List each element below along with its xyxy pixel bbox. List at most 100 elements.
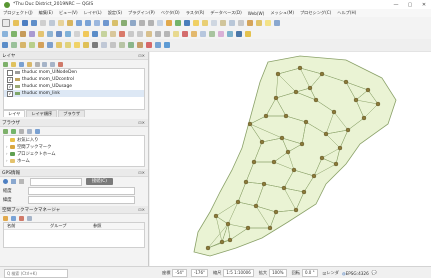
bookmark-icon[interactable]: [165, 19, 172, 26]
cut-icon[interactable]: [127, 30, 134, 37]
filter-legend-icon[interactable]: [26, 61, 32, 67]
layer-style-icon[interactable]: [154, 42, 161, 48]
add-spatialite-icon[interactable]: [46, 30, 53, 37]
layer-item[interactable]: ✓ thuduc mom_UDcontrol: [4, 76, 144, 83]
panel-float-close-icon[interactable]: ⊡✕: [138, 207, 145, 212]
menu-plugins[interactable]: プラグイン(P): [125, 10, 158, 16]
history-icon[interactable]: [109, 42, 116, 48]
new-project-icon[interactable]: [1, 18, 10, 27]
zoom-to-bookmark-icon[interactable]: [11, 215, 17, 221]
locate-icon[interactable]: [10, 42, 17, 48]
change-label-icon[interactable]: [217, 30, 224, 37]
layer-visibility-checkbox[interactable]: ✓: [7, 90, 13, 97]
refresh-icon[interactable]: [174, 19, 181, 26]
layer-item[interactable]: ✓ thuduc mom_UDusage: [4, 83, 144, 90]
add-bookmark-icon[interactable]: [3, 215, 9, 221]
crs-label[interactable]: EPSG:4326: [346, 271, 369, 276]
collapse-all-icon[interactable]: [26, 128, 32, 134]
menu-settings[interactable]: 設定(S): [105, 10, 125, 16]
menu-vector[interactable]: ベクタ(O): [158, 10, 183, 16]
messages-icon[interactable]: 💬: [372, 270, 377, 276]
spatial-query-icon[interactable]: [46, 42, 53, 48]
zoom-next-icon[interactable]: [147, 19, 154, 26]
zoom-in-icon[interactable]: [75, 19, 82, 26]
rotate-label-icon[interactable]: [208, 30, 215, 37]
identify-icon[interactable]: [183, 19, 190, 26]
add-raster-icon[interactable]: [19, 30, 26, 37]
properties-icon[interactable]: [34, 128, 40, 134]
menu-database[interactable]: データベース(D): [207, 10, 244, 16]
toggle-edit-icon[interactable]: [82, 30, 89, 37]
undo-icon[interactable]: [154, 30, 161, 37]
paste-icon[interactable]: [145, 30, 152, 37]
zoom-rubber-icon[interactable]: [93, 19, 100, 26]
move-label-icon[interactable]: [199, 30, 206, 37]
menu-raster[interactable]: ラスタ(R): [183, 10, 208, 16]
label-icon[interactable]: [255, 19, 262, 26]
zoom-out-icon[interactable]: [84, 19, 91, 26]
pan-icon[interactable]: [57, 19, 64, 26]
pin-label-icon[interactable]: [181, 30, 188, 37]
add-delimited-icon[interactable]: [37, 30, 44, 37]
zoom-full-icon[interactable]: [102, 19, 109, 26]
filter-icon[interactable]: [18, 128, 24, 134]
show-hide-label-icon[interactable]: [190, 30, 197, 37]
menu-edit[interactable]: 編集(E): [36, 10, 56, 16]
model-designer-icon[interactable]: [100, 42, 107, 48]
attribute-table-icon[interactable]: [210, 19, 217, 26]
diagram-icon[interactable]: [226, 30, 233, 37]
remove-layer-icon[interactable]: [57, 61, 63, 67]
menu-view[interactable]: ビュー(V): [56, 10, 81, 16]
measure-area-icon[interactable]: [28, 42, 35, 48]
maximize-button[interactable]: ▢: [403, 2, 417, 8]
delete-bookmark-icon[interactable]: [18, 215, 24, 221]
browser-item[interactable]: › プロジェクトホーム: [4, 150, 144, 157]
menu-layer[interactable]: レイヤ(L): [81, 10, 105, 16]
panel-float-close-icon[interactable]: ⊡✕: [138, 170, 145, 175]
print-layout-icon[interactable]: [39, 19, 46, 26]
browser-item[interactable]: › ホーム: [4, 157, 144, 164]
import-export-icon[interactable]: [26, 215, 32, 221]
redo-icon[interactable]: [163, 30, 170, 37]
gps-info-icon[interactable]: [3, 179, 8, 184]
layer-item-selected[interactable]: ✓ thuduc mom_link: [4, 90, 144, 97]
layer-visibility-checkbox[interactable]: [7, 69, 13, 76]
new-map-view-icon[interactable]: [156, 19, 163, 26]
locator-search-input[interactable]: Q 検索 (Ctrl+K): [4, 268, 68, 278]
gps-signal-icon[interactable]: [11, 179, 16, 184]
menu-project[interactable]: プロジェクト(J): [0, 10, 36, 16]
save-edits-icon[interactable]: [91, 30, 98, 37]
measure-angle-icon[interactable]: [37, 42, 44, 48]
open-layer-styling-icon[interactable]: [3, 61, 9, 67]
layout-manager-icon[interactable]: [48, 19, 55, 26]
select-by-location-icon[interactable]: [55, 42, 62, 48]
gps-settings-icon[interactable]: [19, 179, 24, 184]
plugin-icon[interactable]: [244, 30, 251, 37]
gps-latitude-field[interactable]: [28, 195, 135, 204]
measure-line-icon[interactable]: [19, 42, 26, 48]
menu-help[interactable]: ヘルプ(H): [334, 10, 359, 16]
delete-selected-icon[interactable]: [118, 30, 125, 37]
invert-selection-icon[interactable]: [82, 42, 89, 48]
search-icon[interactable]: [273, 19, 280, 26]
magnifier-value[interactable]: 100%: [269, 269, 287, 277]
zoom-native-icon[interactable]: [129, 19, 136, 26]
expand-all-icon[interactable]: [42, 61, 48, 67]
processing-toolbox-icon[interactable]: [91, 42, 98, 48]
open-project-icon[interactable]: [12, 19, 19, 26]
collapse-all-icon[interactable]: [50, 61, 56, 67]
menu-processing[interactable]: プロセシング(C): [297, 10, 334, 16]
filter-by-expression-icon[interactable]: [34, 61, 40, 67]
bookmarks-col-ref[interactable]: 参照: [90, 223, 101, 229]
save-project-icon[interactable]: [21, 19, 28, 26]
select-all-icon[interactable]: [73, 42, 80, 48]
measure-icon[interactable]: [237, 19, 244, 26]
bookmarks-col-group[interactable]: グループ: [47, 223, 90, 229]
add-feature-icon[interactable]: [100, 30, 107, 37]
field-calc-icon[interactable]: [219, 19, 226, 26]
coord-value-x[interactable]: -54°: [172, 269, 187, 277]
add-group-icon[interactable]: [11, 61, 17, 67]
save-as-icon[interactable]: [30, 19, 37, 26]
zoom-selection-icon[interactable]: [111, 19, 118, 26]
zoom-last-icon[interactable]: [138, 19, 145, 26]
